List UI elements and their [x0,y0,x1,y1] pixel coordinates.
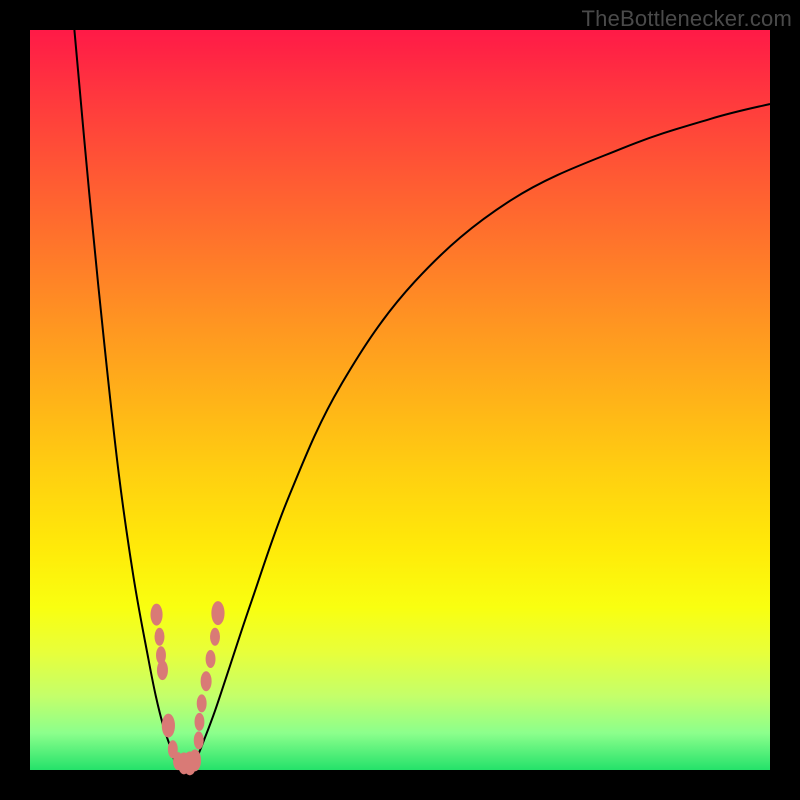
sample-point [155,628,165,646]
sample-point [150,604,162,626]
sample-point [162,714,175,738]
sample-points-group [150,601,224,775]
chart-frame: TheBottlenecker.com [0,0,800,800]
sample-point [210,628,220,646]
sample-point [211,601,224,625]
watermark-text: TheBottlenecker.com [582,6,792,32]
sample-point [189,749,201,771]
sample-point [197,694,207,712]
sample-point [194,731,204,749]
sample-point [157,660,168,680]
sample-point [206,650,216,668]
plot-area [30,30,770,770]
sample-point [195,713,205,731]
chart-svg [30,30,770,770]
bottleneck-curve-right [191,104,770,770]
sample-point [201,671,212,691]
